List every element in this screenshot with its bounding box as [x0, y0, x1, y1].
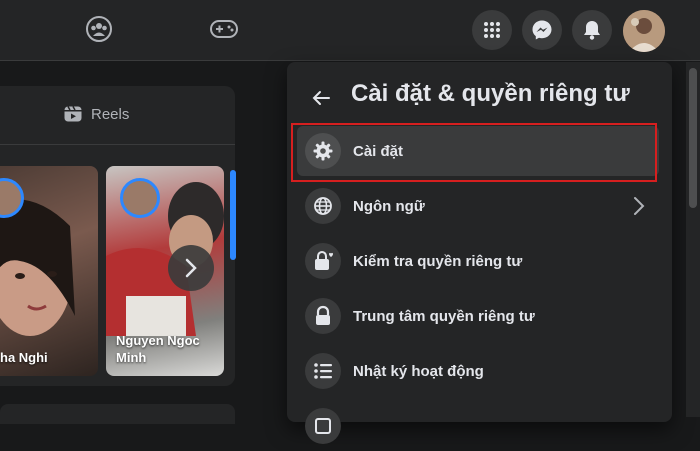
menu-label: Trung tâm quyền riêng tư	[353, 307, 535, 325]
menu-item-language[interactable]: Ngôn ngữ	[297, 181, 659, 231]
next-feed-card	[0, 404, 235, 424]
menu-label: Cài đặt	[353, 142, 404, 160]
reels-icon	[64, 106, 82, 122]
feed-icon	[305, 408, 341, 444]
menu-item-privacy-center[interactable]: Trung tâm quyền riêng tư	[297, 291, 659, 341]
lock-icon	[305, 298, 341, 334]
menu-label: Kiểm tra quyền riêng tư	[353, 252, 523, 270]
menu-item-activity-log[interactable]: Nhật ký hoạt động	[297, 346, 659, 396]
menu-item-settings[interactable]: Cài đặt	[297, 126, 659, 176]
back-button[interactable]	[307, 84, 335, 112]
lock-heart-icon	[305, 243, 341, 279]
reels-tab-label: Reels	[91, 105, 130, 123]
panel-title: Cài đặt & quyền riêng tư	[351, 80, 630, 107]
gaming-icon[interactable]	[209, 14, 239, 44]
avatar[interactable]	[623, 10, 665, 52]
settings-privacy-panel: Cài đặt & quyền riêng tư Cài đặt Ngôn ng…	[287, 62, 672, 444]
story-name: ha Nghi	[0, 350, 48, 365]
story-name: Nguyen Ngoc Minh	[116, 333, 200, 365]
chevron-right-icon	[634, 197, 645, 215]
list-icon	[305, 353, 341, 389]
menu-grid-icon	[484, 22, 500, 38]
globe-icon	[305, 188, 341, 224]
arrow-left-icon	[312, 91, 330, 105]
reels-tab[interactable]: Reels	[63, 104, 129, 124]
stories-scroll-indicator	[230, 170, 236, 260]
groups-icon[interactable]	[84, 14, 114, 44]
menu-item-next[interactable]	[297, 401, 659, 451]
gear-icon	[305, 133, 341, 169]
scrollbar-thumb[interactable]	[689, 68, 697, 208]
chevron-right-icon	[185, 258, 197, 278]
menu-grid-button[interactable]	[472, 10, 512, 50]
bell-icon	[584, 21, 600, 40]
menu-item-privacy-checkup[interactable]: Kiểm tra quyền riêng tư	[297, 236, 659, 286]
messenger-button[interactable]	[522, 10, 562, 50]
menu-label: Ngôn ngữ	[353, 197, 425, 215]
notifications-button[interactable]	[572, 10, 612, 50]
story-card[interactable]: ha Nghi	[0, 166, 98, 376]
next-story-button[interactable]	[168, 245, 214, 291]
menu-label: Nhật ký hoạt động	[353, 362, 484, 380]
panel-header: Cài đặt & quyền riêng tư	[287, 76, 672, 116]
story-avatar	[120, 178, 160, 218]
top-navigation-bar	[0, 0, 700, 61]
messenger-icon	[532, 20, 552, 40]
tab-divider	[0, 144, 235, 145]
